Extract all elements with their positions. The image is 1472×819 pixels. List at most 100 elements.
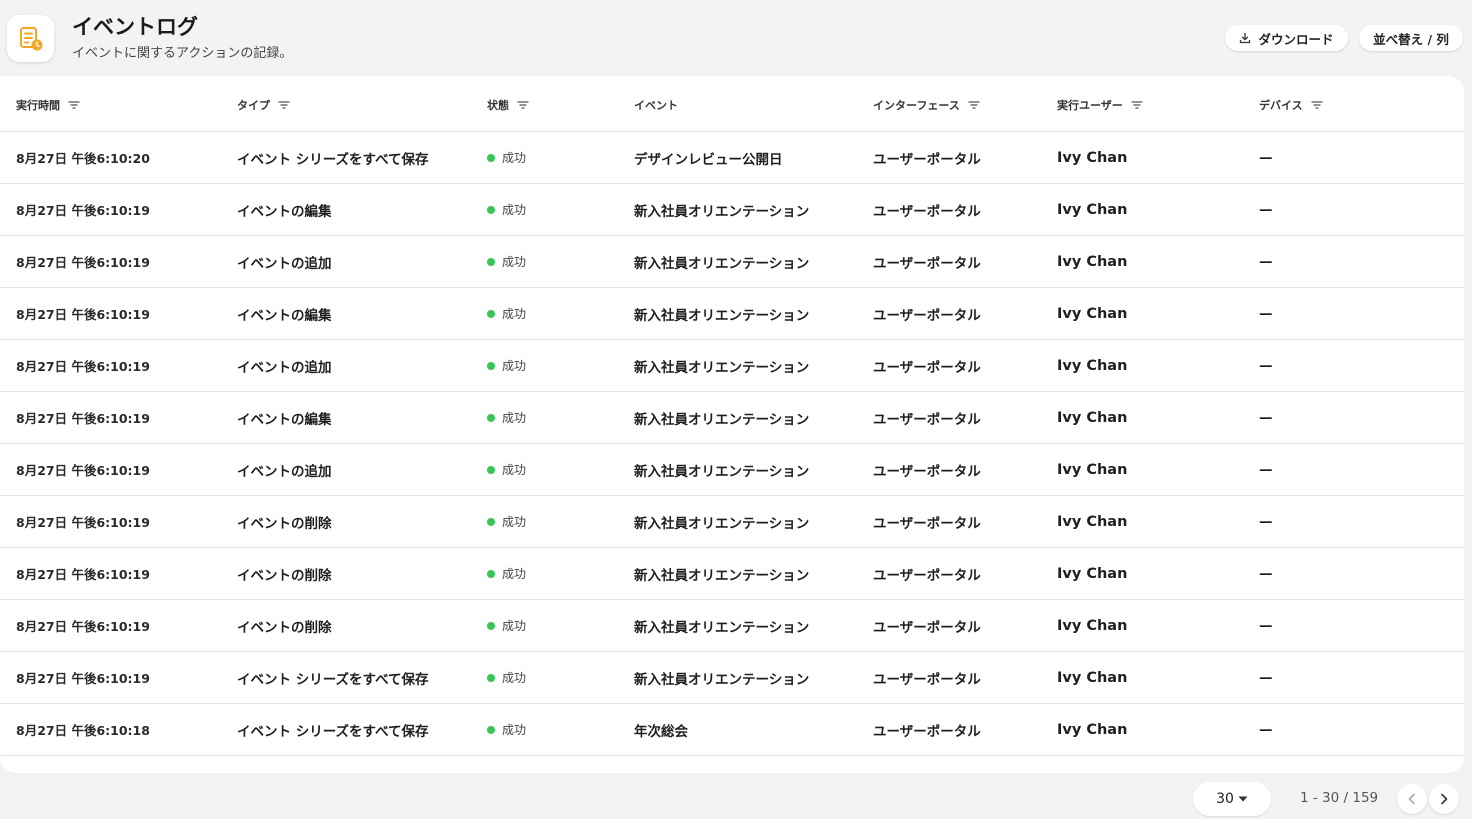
status-dot — [487, 257, 495, 266]
status-label: 成功 — [502, 203, 527, 217]
status-label: 成功 — [502, 151, 527, 165]
cell-time: 8月27日 午後6:10:19 — [16, 203, 150, 218]
status-label: 成功 — [502, 463, 527, 477]
cell-interface: ユーザーポータル — [873, 359, 981, 376]
cell-time: 8月27日 午後6:10:19 — [16, 619, 150, 634]
cell-interface: ユーザーポータル — [873, 151, 981, 168]
cell-device: — — [1259, 617, 1273, 634]
column-header-interface[interactable]: インターフェース — [873, 97, 980, 113]
column-header-user[interactable]: 実行ユーザー — [1057, 97, 1143, 113]
table-row[interactable]: 8月27日 午後6:10:19 イベント シリーズをすべて保存 成功 新入社員オ… — [0, 652, 1464, 704]
cell-event: 新入社員オリエンテーション — [634, 515, 810, 532]
cell-event: 新入社員オリエンテーション — [634, 359, 810, 376]
cell-event: 新入社員オリエンテーション — [634, 203, 810, 220]
cell-status: 成功 — [487, 236, 526, 287]
page-size-value: 30 — [1216, 791, 1234, 807]
cell-event: 新入社員オリエンテーション — [634, 307, 810, 324]
status-dot — [487, 205, 495, 214]
table-row[interactable]: 8月27日 午後6:10:19 イベントの削除 成功 新入社員オリエンテーション… — [0, 548, 1464, 600]
status-dot — [487, 413, 495, 422]
cell-device: — — [1259, 461, 1273, 478]
cell-device: — — [1259, 357, 1273, 374]
cell-interface: ユーザーポータル — [873, 723, 981, 740]
filter-icon[interactable] — [968, 100, 980, 110]
table-row[interactable]: 8月27日 午後6:10:19 イベントの削除 成功 新入社員オリエンテーション… — [0, 600, 1464, 652]
page-header: イベントログ イベントに関するアクションの記録。 ダウンロード 並べ替え / 列 — [0, 0, 1472, 76]
cell-device: — — [1259, 669, 1273, 686]
filter-icon[interactable] — [278, 100, 290, 110]
cell-type: イベントの追加 — [237, 255, 332, 272]
page-subtitle: イベントに関するアクションの記録。 — [72, 46, 293, 61]
column-header-device[interactable]: デバイス — [1259, 97, 1323, 113]
pagination-range: 1 - 30 / 159 — [1300, 790, 1379, 806]
column-header-label: タイプ — [237, 99, 270, 112]
column-header-status[interactable]: 状態 — [487, 97, 529, 113]
table-row[interactable]: 8月27日 午後6:10:19 イベントの追加 成功 新入社員オリエンテーション… — [0, 340, 1464, 392]
cell-event: 年次総会 — [634, 723, 688, 740]
column-header-label: デバイス — [1259, 99, 1303, 112]
table-row[interactable]: 8月27日 午後6:10:19 イベントの編集 成功 新入社員オリエンテーション… — [0, 288, 1464, 340]
status-dot — [487, 309, 495, 318]
status-label: 成功 — [502, 359, 527, 373]
cell-type: イベントの削除 — [237, 567, 332, 584]
status-dot — [487, 361, 495, 370]
status-dot — [487, 465, 495, 474]
cell-interface: ユーザーポータル — [873, 671, 981, 688]
filter-icon[interactable] — [1131, 100, 1143, 110]
table-row[interactable]: 8月27日 午後6:10:18 イベント シリーズをすべて保存 成功 年次総会 … — [0, 704, 1464, 756]
table-row[interactable]: 8月27日 午後6:10:20 イベント シリーズをすべて保存 成功 デザインレ… — [0, 132, 1464, 184]
cell-user: Ivy Chan — [1057, 513, 1128, 530]
cell-type: イベント シリーズをすべて保存 — [237, 671, 429, 688]
status-dot — [487, 153, 495, 162]
cell-interface: ユーザーポータル — [873, 255, 981, 272]
cell-user: Ivy Chan — [1057, 669, 1128, 686]
cell-time: 8月27日 午後6:10:19 — [16, 515, 150, 530]
status-dot — [487, 673, 495, 682]
cell-status: 成功 — [487, 392, 526, 443]
cell-device: — — [1259, 565, 1273, 582]
sort-columns-button[interactable]: 並べ替え / 列 — [1359, 25, 1463, 51]
next-page-button[interactable] — [1429, 784, 1459, 814]
cell-status: 成功 — [487, 340, 526, 391]
page-size-select[interactable]: 30 — [1193, 782, 1271, 816]
cell-event: 新入社員オリエンテーション — [634, 619, 810, 636]
column-header-label: イベント — [634, 99, 678, 112]
column-header-time[interactable]: 実行時間 — [16, 97, 80, 113]
download-icon — [1240, 32, 1251, 44]
cell-user: Ivy Chan — [1057, 617, 1128, 634]
cell-user: Ivy Chan — [1057, 149, 1128, 166]
cell-status: 成功 — [487, 184, 526, 235]
filter-icon[interactable] — [68, 100, 80, 110]
filter-icon[interactable] — [517, 100, 529, 110]
cell-type: イベントの追加 — [237, 463, 332, 480]
caret-down-icon — [1238, 796, 1248, 802]
table-row[interactable]: 8月27日 午後6:10:19 イベントの追加 成功 新入社員オリエンテーション… — [0, 444, 1464, 496]
cell-user: Ivy Chan — [1057, 565, 1128, 582]
filter-icon[interactable] — [1311, 100, 1323, 110]
chevron-right-icon — [1441, 793, 1448, 805]
cell-device: — — [1259, 721, 1273, 738]
status-dot — [487, 517, 495, 526]
status-label: 成功 — [502, 671, 527, 685]
table-row[interactable]: 8月27日 午後6:10:19 イベントの削除 成功 新入社員オリエンテーション… — [0, 496, 1464, 548]
column-header-type[interactable]: タイプ — [237, 97, 290, 113]
cell-interface: ユーザーポータル — [873, 567, 981, 584]
status-label: 成功 — [502, 619, 527, 633]
cell-event: 新入社員オリエンテーション — [634, 411, 810, 428]
cell-status: 成功 — [487, 496, 526, 547]
column-header-label: 実行ユーザー — [1057, 99, 1123, 112]
cell-status: 成功 — [487, 548, 526, 599]
cell-time: 8月27日 午後6:10:18 — [16, 723, 150, 738]
previous-page-button[interactable] — [1397, 784, 1427, 814]
table-row[interactable]: 8月27日 午後6:10:19 イベントの編集 成功 新入社員オリエンテーション… — [0, 184, 1464, 236]
cell-time: 8月27日 午後6:10:19 — [16, 255, 150, 270]
table-row[interactable]: 8月27日 午後6:10:19 イベントの編集 成功 新入社員オリエンテーション… — [0, 392, 1464, 444]
column-header-event[interactable]: イベント — [634, 97, 678, 113]
column-header-label: 実行時間 — [16, 99, 60, 112]
cell-status: 成功 — [487, 652, 526, 703]
table-row[interactable]: 8月27日 午後6:10:19 イベントの追加 成功 新入社員オリエンテーション… — [0, 236, 1464, 288]
cell-event: 新入社員オリエンテーション — [634, 567, 810, 584]
cell-interface: ユーザーポータル — [873, 463, 981, 480]
download-button[interactable]: ダウンロード — [1225, 25, 1348, 51]
cell-interface: ユーザーポータル — [873, 203, 981, 220]
